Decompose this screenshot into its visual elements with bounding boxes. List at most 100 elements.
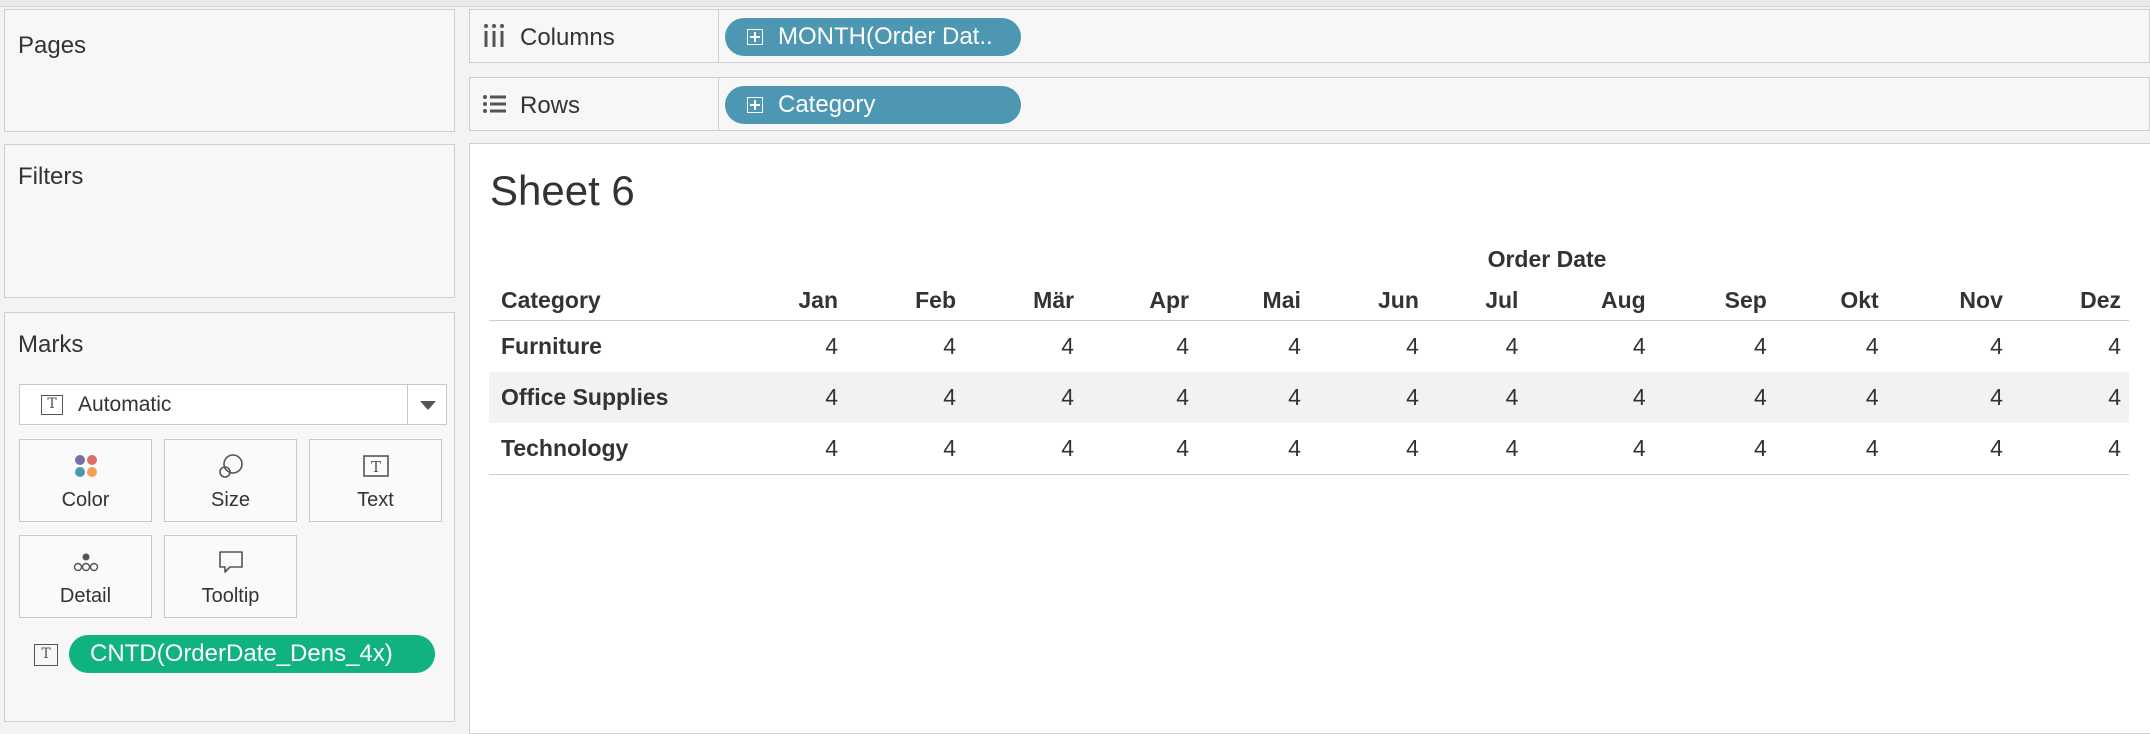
- sheet-title[interactable]: Sheet 6: [490, 167, 635, 215]
- value-cell[interactable]: 4: [964, 423, 1083, 475]
- dropdown-separator: [407, 385, 408, 424]
- month-header[interactable]: Mai: [1197, 280, 1309, 321]
- pages-title: Pages: [18, 32, 87, 59]
- rows-label: Rows: [520, 92, 581, 119]
- rows-pill-category[interactable]: Category: [725, 86, 1021, 124]
- marks-title: Marks: [18, 331, 84, 358]
- value-cell[interactable]: 4: [1654, 321, 1775, 373]
- category-cell[interactable]: Office Supplies: [489, 372, 731, 423]
- value-cell[interactable]: 4: [1653, 423, 1775, 475]
- value-cell[interactable]: 4: [2011, 321, 2129, 373]
- svg-text:T: T: [370, 458, 380, 476]
- tooltip-icon: [218, 551, 243, 573]
- value-cell[interactable]: 4: [1526, 372, 1654, 423]
- tooltip-button[interactable]: Tooltip: [164, 535, 297, 618]
- columns-pill-label: MONTH(Order Dat..: [778, 23, 993, 50]
- columns-pill-month-order-date[interactable]: MONTH(Order Dat..: [725, 18, 1021, 56]
- value-cell[interactable]: 4: [1887, 321, 2011, 373]
- worksheet-view[interactable]: Sheet 6 Order Date Category Jan Feb Mär …: [469, 143, 2150, 734]
- value-cell[interactable]: 4: [1426, 423, 1527, 475]
- columns-icon: [484, 24, 504, 47]
- value-cell[interactable]: 4: [731, 321, 846, 373]
- color-button[interactable]: Color: [19, 439, 152, 522]
- value-cell[interactable]: 4: [964, 372, 1083, 423]
- value-cell[interactable]: 4: [1309, 321, 1427, 373]
- value-cell[interactable]: 4: [1653, 372, 1775, 423]
- table-row: Office Supplies 4 4 4 4 4 4 4 4 4 4 4 4: [489, 372, 2129, 423]
- value-cell[interactable]: 4: [2010, 423, 2129, 475]
- tooltip-label: Tooltip: [201, 585, 260, 607]
- month-header[interactable]: Feb: [846, 280, 965, 321]
- columns-shelf[interactable]: Columns MONTH(Order Dat..: [469, 9, 2150, 63]
- columns-label: Columns: [520, 24, 615, 51]
- value-cell[interactable]: 4: [846, 372, 965, 423]
- expand-icon[interactable]: [747, 29, 763, 45]
- month-header[interactable]: Aug: [1526, 280, 1654, 321]
- category-cell[interactable]: Furniture: [489, 321, 731, 373]
- value-cell[interactable]: 4: [1082, 372, 1198, 423]
- value-cell[interactable]: 4: [1082, 423, 1198, 475]
- month-header[interactable]: Sep: [1653, 280, 1775, 321]
- month-header[interactable]: Jul: [1426, 280, 1527, 321]
- value-cell[interactable]: 4: [1426, 372, 1527, 423]
- value-cell[interactable]: 4: [1197, 372, 1309, 423]
- crosstab-table: Category Jan Feb Mär Apr Mai Jun Jul Aug…: [489, 280, 2129, 475]
- filters-panel[interactable]: Filters: [4, 144, 455, 298]
- month-header[interactable]: Apr: [1082, 280, 1198, 321]
- row-header-category[interactable]: Category: [489, 280, 731, 321]
- chevron-down-icon[interactable]: [420, 401, 436, 410]
- detail-label: Detail: [59, 585, 112, 607]
- expand-icon[interactable]: [747, 97, 763, 113]
- text-button[interactable]: T Text: [309, 439, 442, 522]
- measure-pill-cntd[interactable]: CNTD(OrderDate_Dens_4x): [69, 635, 435, 673]
- detail-icon: [73, 553, 98, 572]
- value-cell[interactable]: 4: [1774, 423, 1887, 475]
- value-cell[interactable]: 4: [846, 321, 964, 373]
- mark-type-label: Automatic: [78, 393, 172, 416]
- columns-shelf-label-area: Columns: [470, 10, 719, 62]
- rows-shelf[interactable]: Rows Category: [469, 77, 2150, 131]
- marks-panel: Marks T Automatic Color Size T Text Deta…: [4, 312, 455, 722]
- table-row: Furniture 4 4 4 4 4 4 4 4 4 4 4 4: [489, 321, 2129, 373]
- table-row: Technology 4 4 4 4 4 4 4 4 4 4 4 4: [489, 423, 2129, 475]
- value-cell[interactable]: 4: [1526, 321, 1653, 373]
- mark-type-dropdown[interactable]: T Automatic: [19, 384, 447, 425]
- value-cell[interactable]: 4: [1526, 423, 1654, 475]
- header-row: Category Jan Feb Mär Apr Mai Jun Jul Aug…: [489, 280, 2129, 321]
- value-cell[interactable]: 4: [964, 321, 1082, 373]
- text-mark-icon: T: [41, 395, 63, 415]
- month-header[interactable]: Mär: [964, 280, 1083, 321]
- value-cell[interactable]: 4: [1197, 423, 1309, 475]
- size-button[interactable]: Size: [164, 439, 297, 522]
- value-cell[interactable]: 4: [1886, 423, 2011, 475]
- size-icon: [218, 454, 243, 478]
- filters-title: Filters: [18, 163, 84, 190]
- category-cell[interactable]: Technology: [489, 423, 731, 475]
- month-header[interactable]: Nov: [1886, 280, 2011, 321]
- text-encoding-icon[interactable]: T: [34, 644, 58, 666]
- value-cell[interactable]: 4: [1308, 372, 1427, 423]
- value-cell[interactable]: 4: [731, 372, 846, 423]
- value-cell[interactable]: 4: [1082, 321, 1197, 373]
- value-cell[interactable]: 4: [1774, 372, 1887, 423]
- rows-pill-label: Category: [778, 91, 876, 118]
- column-group-header[interactable]: Order Date: [1347, 246, 1747, 273]
- text-label: Text: [357, 489, 394, 511]
- value-cell[interactable]: 4: [1197, 321, 1309, 373]
- color-label: Color: [61, 489, 110, 511]
- month-header[interactable]: Jun: [1308, 280, 1427, 321]
- top-toolbar-strip: [0, 0, 2150, 7]
- month-header[interactable]: Jan: [731, 280, 846, 321]
- month-header[interactable]: Okt: [1774, 280, 1887, 321]
- detail-button[interactable]: Detail: [19, 535, 152, 618]
- value-cell[interactable]: 4: [1427, 321, 1527, 373]
- value-cell[interactable]: 4: [846, 423, 965, 475]
- value-cell[interactable]: 4: [1775, 321, 1887, 373]
- value-cell[interactable]: 4: [1308, 423, 1427, 475]
- color-icon: [74, 455, 97, 477]
- month-header[interactable]: Dez: [2010, 280, 2129, 321]
- pages-panel[interactable]: Pages: [4, 9, 455, 132]
- value-cell[interactable]: 4: [1886, 372, 2011, 423]
- value-cell[interactable]: 4: [731, 423, 846, 475]
- value-cell[interactable]: 4: [2010, 372, 2129, 423]
